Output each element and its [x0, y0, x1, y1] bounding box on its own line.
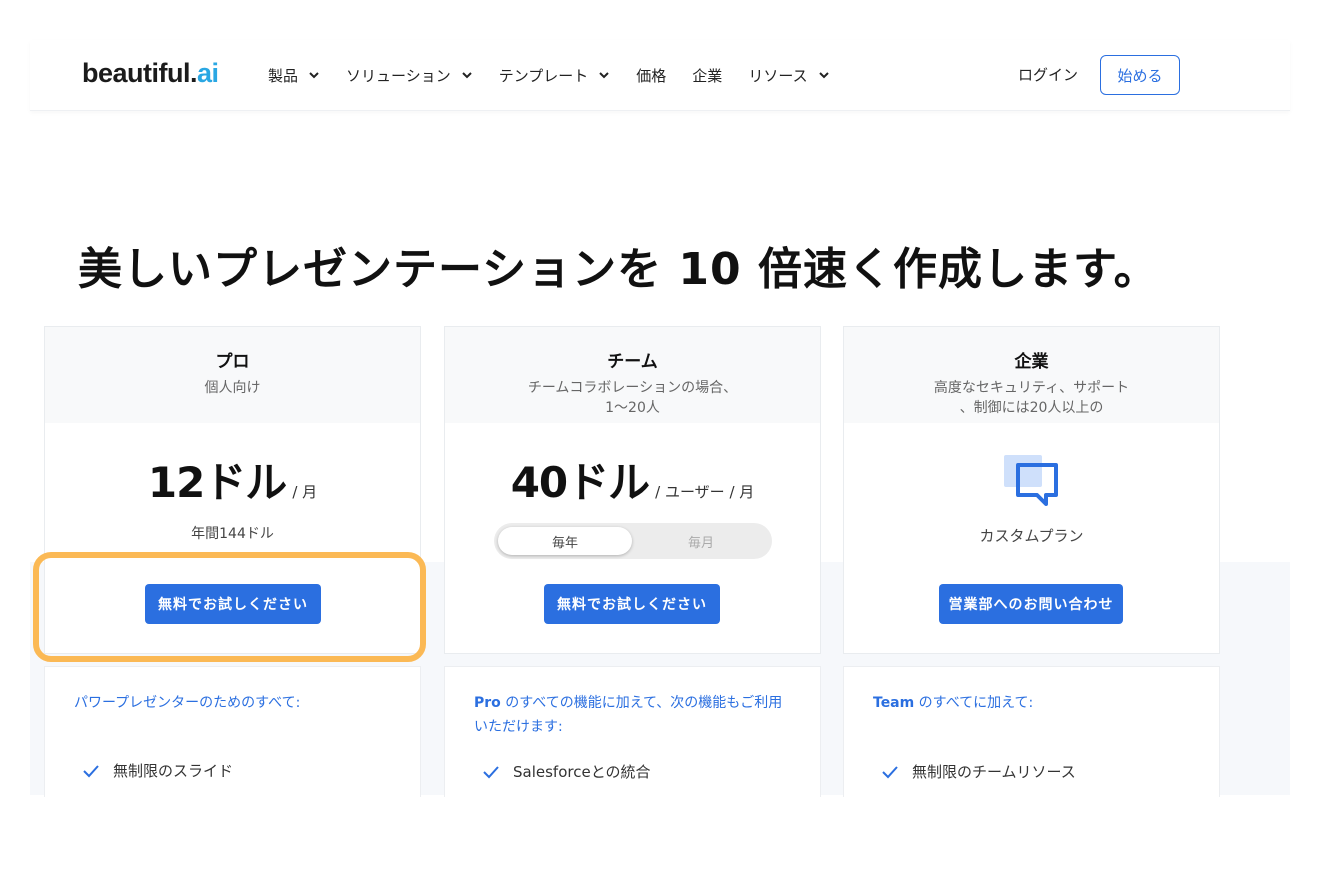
nav-item-pricing[interactable]: 価格 — [636, 65, 666, 86]
get-started-button[interactable]: 始める — [1100, 55, 1180, 95]
features-intro-text: のすべてに加えて: — [914, 695, 1034, 711]
free-trial-button[interactable]: 無料でお試しください — [544, 584, 720, 624]
plan-subtitle: 個人向け — [204, 380, 261, 396]
features-intro: Team のすべてに加えて: — [873, 691, 1189, 715]
price-period: / ユーザー / 月 — [655, 483, 755, 501]
page-title: 美しいプレゼンテーションを 10 倍速く作成します。 — [78, 244, 1159, 295]
features-intro: パワープレゼンターのためのすべて: — [74, 691, 390, 715]
toggle-option-monthly[interactable]: 毎月 — [634, 527, 768, 555]
feature-item-label: 無制限のスライド — [113, 762, 234, 780]
nav-item-label: ソリューション — [346, 66, 451, 85]
nav-item-label: 価格 — [636, 66, 667, 85]
price-period: / 月 — [292, 483, 318, 501]
top-navigation: beautiful.ai 製品 ソリューション テンプレート 価格 企業 リソー… — [30, 40, 1290, 111]
plan-header: プロ 個人向け — [45, 327, 420, 423]
plan-name: チーム — [607, 352, 658, 372]
logo[interactable]: beautiful.ai — [82, 58, 219, 89]
nav-item-label: テンプレート — [498, 66, 589, 85]
logo-ai-text: ai — [197, 58, 219, 88]
feature-item: 無制限のスライド — [83, 760, 233, 781]
plan-subtitle: 高度なセキュリティ、サポート 、制御には20人以上の — [844, 378, 1219, 418]
feature-item-label: 無制限のチームリソース — [912, 763, 1076, 781]
features-card-enterprise: Team のすべてに加えて: 無制限のチームリソース — [843, 666, 1220, 797]
plan-price: 12ドル / 月 — [45, 449, 420, 510]
nav-item-label: リソース — [748, 66, 808, 85]
nav-item-resources[interactable]: リソース — [748, 65, 829, 86]
nav-item-label: 企業 — [692, 66, 723, 85]
chevron-down-icon — [462, 72, 472, 79]
price-amount: 40ドル — [510, 458, 650, 507]
features-card-team: Pro のすべての機能に加えて、次の機能もご利用いただけます: Salesfor… — [444, 666, 821, 797]
logo-text: beautiful. — [82, 58, 198, 88]
plan-name: プロ — [215, 352, 250, 372]
chevron-down-icon — [309, 72, 319, 79]
plan-name: 企業 — [1014, 352, 1049, 372]
chevron-down-icon — [599, 72, 609, 79]
nav-item-templates[interactable]: テンプレート — [499, 65, 611, 86]
plan-header: チーム チームコラボレーションの場合、 1〜20人 — [445, 327, 820, 423]
nav-item-products[interactable]: 製品 — [268, 65, 320, 86]
check-icon — [882, 765, 898, 778]
nav-item-enterprise[interactable]: 企業 — [692, 65, 722, 86]
nav-menu: 製品 ソリューション テンプレート 価格 企業 リソース — [268, 40, 856, 110]
features-intro-text: パワープレゼンターのためのすべて: — [74, 695, 301, 711]
login-link[interactable]: ログイン — [1018, 64, 1078, 85]
price-amount: 12ドル — [147, 458, 287, 507]
feature-item: Salesforceとの統合 — [483, 761, 651, 782]
feature-item: 無制限のチームリソース — [882, 761, 1076, 782]
billing-toggle[interactable]: 毎年 毎月 — [494, 523, 772, 559]
plan-card-team: チーム チームコラボレーションの場合、 1〜20人 40ドル / ユーザー / 月 … — [444, 326, 821, 654]
check-icon — [483, 765, 499, 778]
features-intro: Pro のすべての機能に加えて、次の機能もご利用いただけます: — [474, 691, 790, 739]
plan-price: 40ドル / ユーザー / 月 — [445, 449, 820, 510]
check-icon — [83, 764, 99, 777]
features-intro-plan: Pro — [474, 695, 501, 711]
feature-item-label: Salesforceとの統合 — [513, 763, 651, 781]
nav-item-solutions[interactable]: ソリューション — [346, 65, 473, 86]
features-intro-plan: Team — [873, 695, 915, 711]
plan-card-enterprise: 企業 高度なセキュリティ、サポート 、制御には20人以上の カスタムプラン 営業部… — [843, 326, 1220, 654]
annual-price: 年間144ドル — [191, 526, 274, 542]
plan-subtitle-line: チームコラボレーションの場合、 — [527, 380, 738, 396]
plan-subtitle-line: 高度なセキュリティ、サポート — [933, 380, 1130, 396]
highlight-outline — [33, 552, 426, 662]
nav-item-label: 製品 — [268, 66, 299, 85]
plan-subtitle: チームコラボレーションの場合、 1〜20人 — [445, 378, 820, 418]
custom-plan-label: カスタムプラン — [979, 527, 1084, 545]
plan-subtitle-line: 1〜20人 — [605, 400, 660, 416]
chat-bubble-icon — [1004, 455, 1058, 506]
features-intro-text: のすべての機能に加えて、次の機能もご利用いただけます: — [474, 695, 783, 735]
toggle-option-yearly[interactable]: 毎年 — [498, 527, 632, 555]
plan-header: 企業 高度なセキュリティ、サポート 、制御には20人以上の — [844, 327, 1219, 423]
plan-subtitle-line: 、制御には20人以上の — [959, 400, 1104, 416]
chevron-down-icon — [818, 72, 829, 79]
features-card-pro: パワープレゼンターのためのすべて: 無制限のスライド — [44, 666, 421, 797]
contact-sales-button[interactable]: 営業部へのお問い合わせ — [939, 584, 1123, 624]
